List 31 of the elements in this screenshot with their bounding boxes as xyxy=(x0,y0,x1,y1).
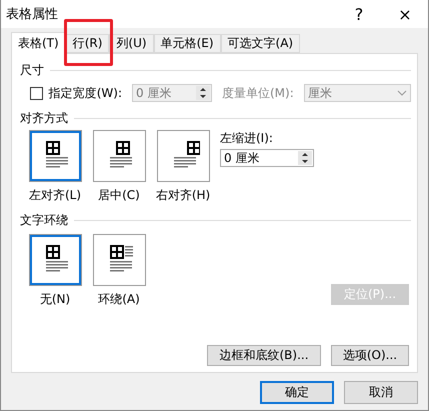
tab[interactable]: 表格(T) xyxy=(11,32,66,54)
field-label: 度量单位(M): xyxy=(222,84,294,102)
option-label: 右对齐(H) xyxy=(156,187,210,204)
checkbox-label: 指定宽度(W): xyxy=(48,84,122,102)
option-label: 居中(C) xyxy=(98,187,140,204)
close-button[interactable]: × xyxy=(382,0,428,28)
ok-button[interactable]: 确定 xyxy=(260,381,334,404)
indent-field[interactable]: 0 厘米 xyxy=(220,149,314,167)
cancel-button[interactable]: 取消 xyxy=(344,381,418,404)
section-heading: 文字环绕 xyxy=(20,212,68,228)
alignment-option[interactable] xyxy=(156,130,210,182)
checkbox[interactable] xyxy=(30,86,43,100)
section-heading: 对齐方式 xyxy=(20,110,68,126)
window-title: 表格属性 xyxy=(6,6,59,23)
alignment-option[interactable] xyxy=(28,130,82,182)
tab[interactable]: 行(R) xyxy=(66,34,110,53)
section-heading: 尺寸 xyxy=(20,62,44,78)
help-button[interactable]: ? xyxy=(336,0,382,28)
alignment-option[interactable] xyxy=(92,130,146,182)
dialog-button[interactable]: 边框和底纹(B)... xyxy=(207,345,321,366)
option-label: 无(N) xyxy=(40,291,70,308)
tab[interactable]: 单元格(E) xyxy=(154,34,221,53)
option-label: 左对齐(L) xyxy=(28,187,82,204)
tab[interactable]: 可选文字(A) xyxy=(220,34,300,53)
spin-arrows-icon[interactable] xyxy=(298,151,312,165)
option-label: 环绕(A) xyxy=(98,291,140,308)
wrapping-option[interactable] xyxy=(92,234,146,286)
dialog-button[interactable]: 选项(O)... xyxy=(331,345,409,366)
wrapping-option[interactable] xyxy=(28,234,82,286)
field-label: 左缩进(I): xyxy=(220,130,274,147)
tab[interactable]: 列(U) xyxy=(109,34,154,53)
